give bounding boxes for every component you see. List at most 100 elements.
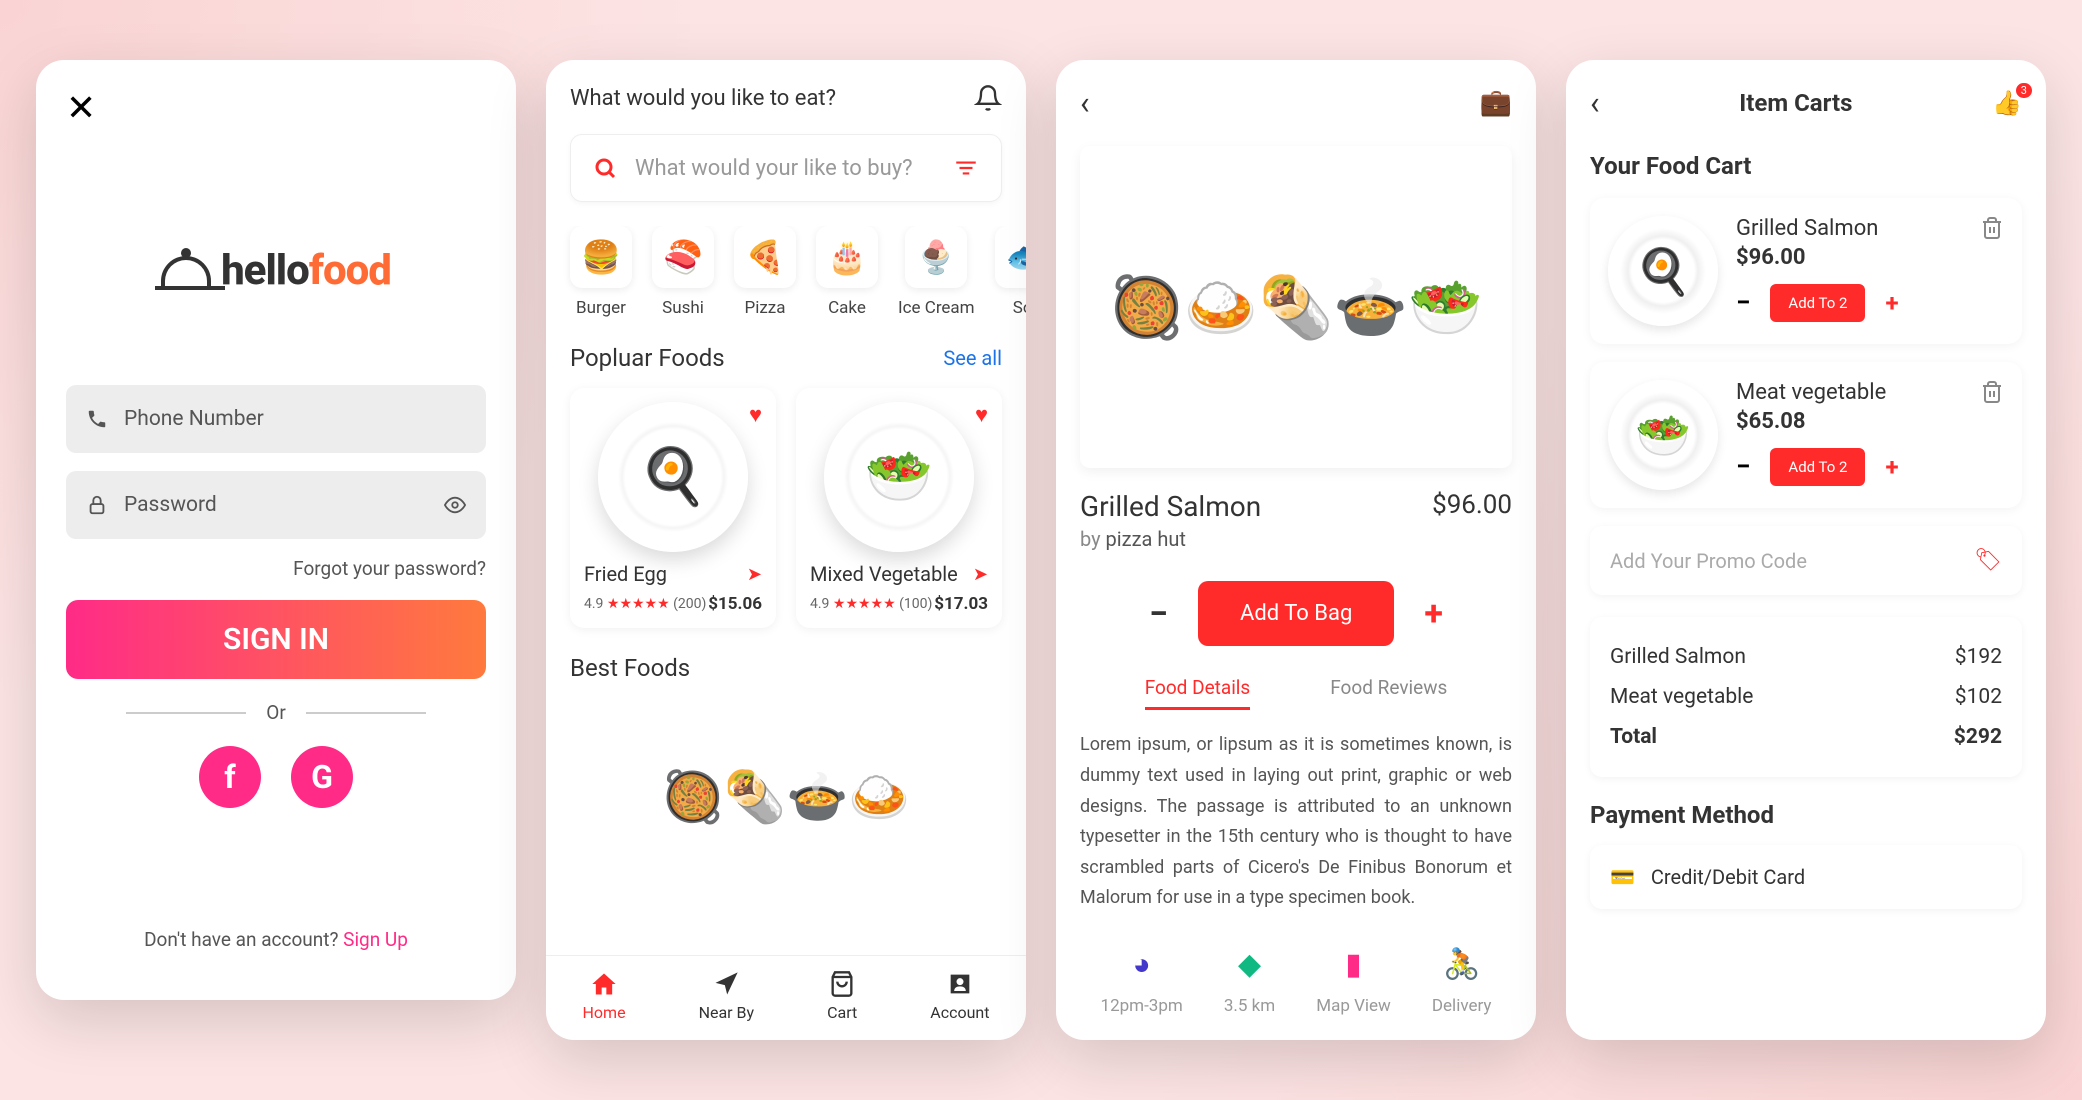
no-account-label: Don't have an account? bbox=[144, 928, 343, 951]
rating: 4.9 ★★★★★ (100) bbox=[810, 596, 932, 612]
category-row[interactable]: 🍔 Burger 🍣 Sushi 🍕 Pizza 🎂 Cake 🍨 Ice Cr… bbox=[546, 226, 1026, 318]
logo: hellofood bbox=[66, 246, 486, 295]
food-card-title: Fried Egg bbox=[584, 562, 667, 586]
category-label: Pizza bbox=[745, 298, 786, 318]
close-icon[interactable]: ✕ bbox=[66, 90, 486, 126]
total-value: $292 bbox=[1954, 725, 2002, 749]
food-hero-image: 🥘🍛🌯🍲🥗 bbox=[1080, 146, 1512, 468]
cart-title: Item Carts bbox=[1739, 89, 1852, 117]
heart-icon[interactable]: ♥ bbox=[975, 402, 988, 428]
home-icon bbox=[590, 970, 618, 998]
food-image: 🥗 bbox=[810, 402, 988, 552]
stat-map[interactable]: ▮ Map View bbox=[1316, 944, 1391, 1016]
food-description: Lorem ipsum, or lipsum as it is sometime… bbox=[1080, 730, 1512, 914]
clock-icon: ◕ bbox=[1122, 944, 1162, 984]
briefcase-icon[interactable]: 💼 bbox=[1480, 88, 1512, 118]
food-card-title: Mixed Vegetable bbox=[810, 562, 958, 586]
add-to-button[interactable]: Add To 2 bbox=[1770, 284, 1865, 322]
signin-button[interactable]: SIGN IN bbox=[66, 600, 486, 679]
total-label: Total bbox=[1610, 725, 1657, 749]
or-divider: Or bbox=[126, 701, 426, 724]
google-button[interactable]: G bbox=[291, 746, 353, 808]
cart-item: 🍳 Grilled Salmon $96.00 − Add To 2 + bbox=[1590, 198, 2022, 344]
plus-button[interactable]: + bbox=[1885, 289, 1898, 317]
nav-arrow-icon[interactable]: ➤ bbox=[973, 564, 988, 585]
facebook-button[interactable]: f bbox=[199, 746, 261, 808]
see-all-link[interactable]: See all bbox=[943, 346, 1002, 370]
promo-input[interactable]: Add Your Promo Code 🏷 bbox=[1590, 526, 2022, 595]
category-icon: 🍕 bbox=[734, 226, 796, 288]
nav-account[interactable]: Account bbox=[930, 970, 989, 1022]
payment-card-option[interactable]: 💳 Credit/Debit Card bbox=[1590, 845, 2022, 909]
category-burger[interactable]: 🍔 Burger bbox=[570, 226, 632, 318]
category-label: Burger bbox=[576, 298, 626, 318]
signup-link[interactable]: Sign Up bbox=[343, 928, 408, 951]
vendor-name: pizza hut bbox=[1106, 527, 1186, 551]
stat-delivery[interactable]: 🚴 Delivery bbox=[1432, 944, 1492, 1016]
cart-item-name: Grilled Salmon bbox=[1736, 216, 2004, 241]
nav-nearby[interactable]: Near By bbox=[699, 970, 755, 1022]
category-label: Cake bbox=[828, 298, 866, 318]
category-icon: 🍨 bbox=[905, 226, 967, 288]
stat-time[interactable]: ◕ 12pm-3pm bbox=[1101, 944, 1183, 1016]
total-value: $192 bbox=[1955, 645, 2002, 669]
stat-distance[interactable]: ◆ 3.5 km bbox=[1224, 944, 1275, 1016]
best-foods-image[interactable]: 🥘🌯🍲🍛 bbox=[570, 698, 1002, 898]
nav-home[interactable]: Home bbox=[583, 970, 626, 1022]
category-sof[interactable]: 🐟 Sof bbox=[995, 226, 1026, 318]
category-icon: 🐟 bbox=[995, 226, 1026, 288]
tab-food-reviews[interactable]: Food Reviews bbox=[1330, 676, 1447, 710]
cart-item-price: $96.00 bbox=[1736, 245, 2004, 270]
stats-row: ◕ 12pm-3pm ◆ 3.5 km ▮ Map View 🚴 Deliver… bbox=[1080, 944, 1512, 1016]
search-icon bbox=[593, 156, 617, 180]
minus-button[interactable]: − bbox=[1736, 452, 1750, 482]
login-screen: ✕ hellofood Phone Number Password Forgot… bbox=[36, 60, 516, 1000]
totals-box: Grilled Salmon $192 Meat vegetable $102 … bbox=[1590, 617, 2022, 777]
back-icon[interactable]: ‹ bbox=[1080, 84, 1090, 122]
bell-icon[interactable] bbox=[974, 84, 1002, 112]
back-icon[interactable]: ‹ bbox=[1590, 84, 1600, 122]
trash-icon[interactable] bbox=[1980, 216, 2004, 240]
logo-text: hellofood bbox=[221, 246, 391, 295]
category-pizza[interactable]: 🍕 Pizza bbox=[734, 226, 796, 318]
logo-dark: hello bbox=[221, 246, 309, 295]
filter-icon[interactable] bbox=[953, 155, 979, 181]
phone-placeholder: Phone Number bbox=[124, 407, 466, 431]
minus-button[interactable]: − bbox=[1149, 594, 1168, 634]
tab-food-details[interactable]: Food Details bbox=[1145, 676, 1251, 710]
trash-icon[interactable] bbox=[1980, 380, 2004, 404]
dome-icon bbox=[161, 256, 211, 286]
total-row: Total $292 bbox=[1610, 717, 2002, 757]
nav-cart[interactable]: Cart bbox=[827, 970, 857, 1022]
badge-count: 3 bbox=[2016, 83, 2032, 98]
food-card[interactable]: ♥ 🍳 Fried Egg ➤ 4.9 ★★★★★ (200) $15.06 bbox=[570, 388, 776, 628]
forgot-password-link[interactable]: Forgot your password? bbox=[66, 557, 486, 580]
category-icon: 🍣 bbox=[652, 226, 714, 288]
add-to-button[interactable]: Add To 2 bbox=[1770, 448, 1865, 486]
phone-field[interactable]: Phone Number bbox=[66, 385, 486, 453]
plus-button[interactable]: + bbox=[1424, 594, 1443, 634]
or-label: Or bbox=[266, 701, 286, 724]
search-input[interactable]: What would your like to buy? bbox=[570, 134, 1002, 202]
category-ice cream[interactable]: 🍨 Ice Cream bbox=[898, 226, 975, 318]
heart-icon[interactable]: ♥ bbox=[749, 402, 762, 428]
category-sushi[interactable]: 🍣 Sushi bbox=[652, 226, 714, 318]
total-label: Grilled Salmon bbox=[1610, 645, 1746, 669]
rating: 4.9 ★★★★★ (200) bbox=[584, 596, 706, 612]
bottom-nav: Home Near By Cart Account bbox=[546, 955, 1026, 1040]
category-cake[interactable]: 🎂 Cake bbox=[816, 226, 878, 318]
nav-arrow-icon[interactable]: ➤ bbox=[747, 564, 762, 585]
minus-button[interactable]: − bbox=[1736, 288, 1750, 318]
eye-icon[interactable] bbox=[444, 494, 466, 516]
lock-icon bbox=[86, 494, 108, 516]
food-title: Grilled Salmon bbox=[1080, 490, 1261, 523]
logo-orange: food bbox=[309, 246, 391, 295]
plus-button[interactable]: + bbox=[1885, 453, 1898, 481]
add-to-bag-button[interactable]: Add To Bag bbox=[1198, 581, 1394, 646]
food-card[interactable]: ♥ 🥗 Mixed Vegetable ➤ 4.9 ★★★★★ (100) $1… bbox=[796, 388, 1002, 628]
account-icon bbox=[946, 970, 974, 998]
password-field[interactable]: Password bbox=[66, 471, 486, 539]
total-value: $102 bbox=[1955, 685, 2002, 709]
payment-method-heading: Payment Method bbox=[1590, 801, 2022, 829]
thumb-icon[interactable]: 👍3 bbox=[1992, 89, 2022, 117]
